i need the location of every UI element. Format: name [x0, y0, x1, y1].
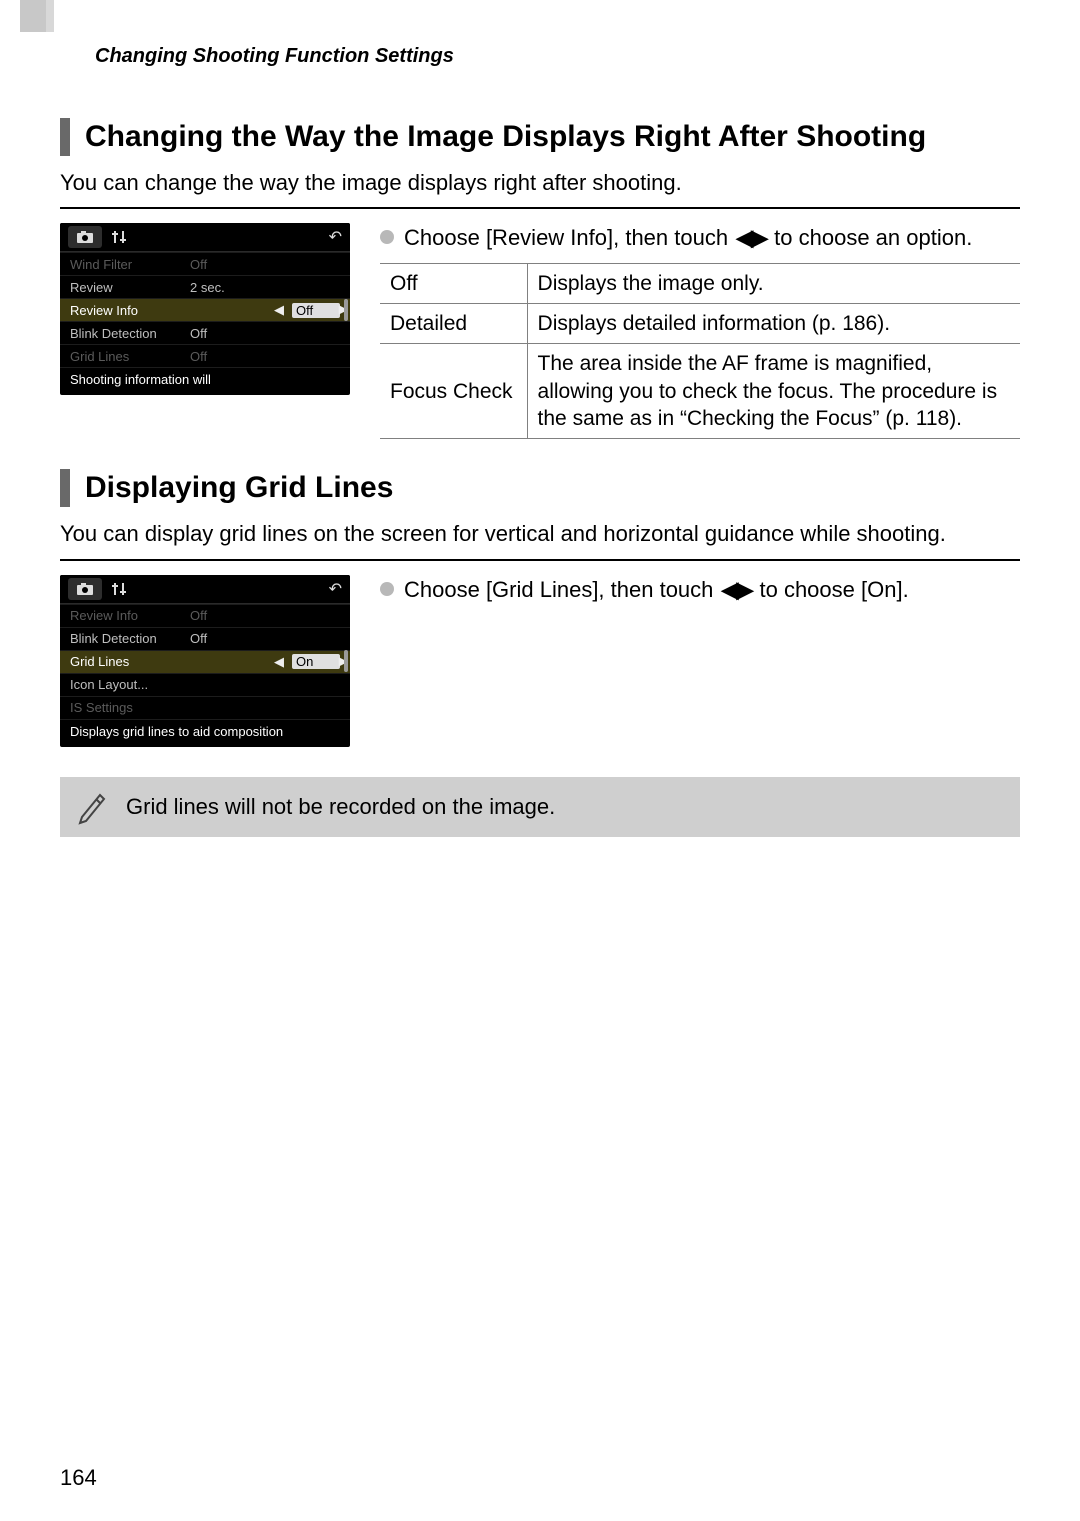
side-tab: [20, 0, 46, 32]
table-row: DetailedDisplays detailed information (p…: [380, 304, 1020, 344]
camera-menu-screenshot-review-info: ↶ Wind FilterOff Review2 sec. Review Inf…: [60, 223, 350, 395]
menu-row-selected: Review Info ◀ Off ▶: [60, 298, 350, 321]
divider: [60, 207, 1020, 209]
section-title-review-info: Changing the Way the Image Displays Righ…: [60, 118, 1020, 156]
page-number: 164: [60, 1465, 97, 1491]
pencil-note-icon: [78, 789, 108, 825]
menu-row: Icon Layout...: [60, 673, 350, 696]
triangle-left-icon: ◀: [274, 654, 284, 670]
camera-menu-screenshot-grid-lines: ↶ Review InfoOff Blink DetectionOff Grid…: [60, 575, 350, 747]
divider: [60, 559, 1020, 561]
side-tab-inner: [46, 0, 54, 32]
menu-row: IS Settings: [60, 696, 350, 719]
menu-list: Wind FilterOff Review2 sec. Review Info …: [60, 252, 350, 367]
section-title-grid-lines: Displaying Grid Lines: [60, 469, 1020, 507]
left-right-arrows-icon: ◀▶: [720, 577, 754, 602]
scrollbar: [344, 256, 348, 363]
running-header: Changing Shooting Function Settings: [95, 45, 1020, 68]
menu-list: Review InfoOff Blink DetectionOff Grid L…: [60, 604, 350, 719]
section-intro-grid-lines: You can display grid lines on the screen…: [60, 519, 1020, 549]
triangle-left-icon: ◀: [274, 302, 284, 318]
note-text: Grid lines will not be recorded on the i…: [126, 794, 555, 820]
tools-tab-icon: [102, 578, 136, 600]
menu-row: Review InfoOff: [60, 604, 350, 627]
left-right-arrows-icon: ◀▶: [734, 225, 768, 250]
menu-hint: Shooting information will: [60, 367, 350, 395]
menu-row: Blink DetectionOff: [60, 627, 350, 650]
bullet-icon: [380, 582, 394, 596]
section-intro-review-info: You can change the way the image display…: [60, 168, 1020, 198]
instruction-review-info: Choose [Review Info], then touch ◀▶ to c…: [380, 223, 1020, 253]
bullet-icon: [380, 230, 394, 244]
note-box: Grid lines will not be recorded on the i…: [60, 777, 1020, 837]
menu-row: Review2 sec.: [60, 275, 350, 298]
table-row: Focus CheckThe area inside the AF frame …: [380, 344, 1020, 439]
review-info-options-table: OffDisplays the image only. DetailedDisp…: [380, 263, 1020, 439]
menu-row-selected: Grid Lines ◀ On ▶: [60, 650, 350, 673]
camera-tab-icon: [68, 226, 102, 248]
menu-row: Wind FilterOff: [60, 252, 350, 275]
table-row: OffDisplays the image only.: [380, 263, 1020, 303]
tools-tab-icon: [102, 226, 136, 248]
menu-hint: Displays grid lines to aid composition: [60, 719, 350, 747]
menu-row: Blink DetectionOff: [60, 321, 350, 344]
back-arrow-icon: ↶: [329, 579, 342, 599]
menu-row: Grid LinesOff: [60, 344, 350, 367]
camera-tab-icon: [68, 578, 102, 600]
scrollbar: [344, 608, 348, 715]
back-arrow-icon: ↶: [329, 227, 342, 247]
instruction-grid-lines: Choose [Grid Lines], then touch ◀▶ to ch…: [380, 575, 1020, 605]
